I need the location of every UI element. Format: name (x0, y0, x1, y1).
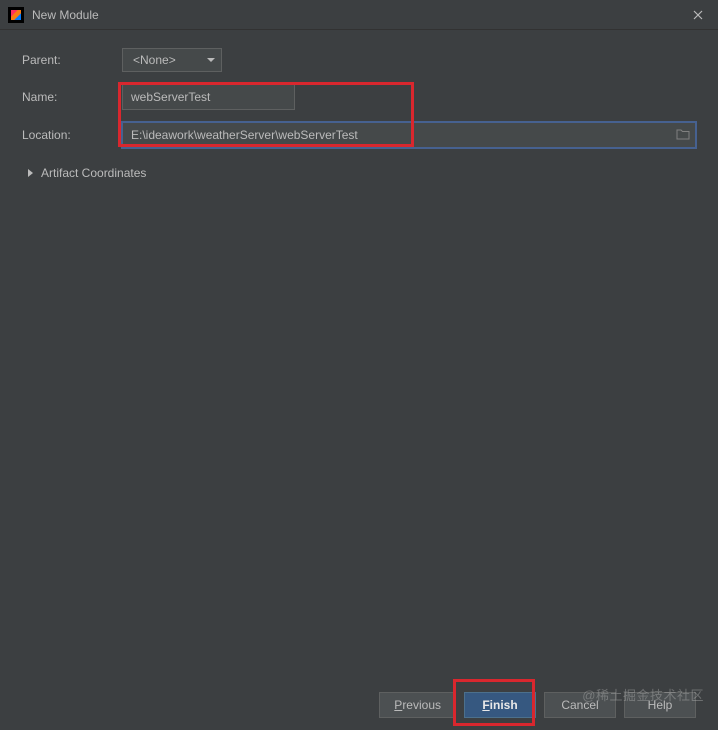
window-title: New Module (32, 8, 678, 22)
finish-button[interactable]: Finish (464, 692, 536, 718)
location-input[interactable] (122, 122, 696, 148)
titlebar: New Module (0, 0, 718, 30)
location-label: Location: (22, 128, 122, 142)
name-row: Name: (22, 84, 696, 110)
artifact-label: Artifact Coordinates (41, 166, 146, 180)
close-button[interactable] (678, 0, 718, 30)
close-icon (693, 10, 703, 20)
parent-dropdown[interactable]: <None> (122, 48, 222, 72)
cancel-button[interactable]: Cancel (544, 692, 616, 718)
location-row: Location: (22, 122, 696, 148)
chevron-right-icon (28, 169, 33, 177)
dialog-content: Parent: <None> Name: Location: Artifact … (0, 30, 718, 198)
button-bar: Previous Finish Cancel Help (379, 692, 696, 718)
app-icon (8, 7, 24, 23)
parent-label: Parent: (22, 53, 122, 67)
parent-row: Parent: <None> (22, 48, 696, 72)
name-input[interactable] (122, 84, 295, 110)
chevron-down-icon (207, 58, 215, 62)
previous-button[interactable]: Previous (379, 692, 456, 718)
parent-value: <None> (133, 53, 176, 67)
help-button[interactable]: Help (624, 692, 696, 718)
artifact-coordinates-toggle[interactable]: Artifact Coordinates (22, 166, 696, 180)
name-label: Name: (22, 90, 122, 104)
